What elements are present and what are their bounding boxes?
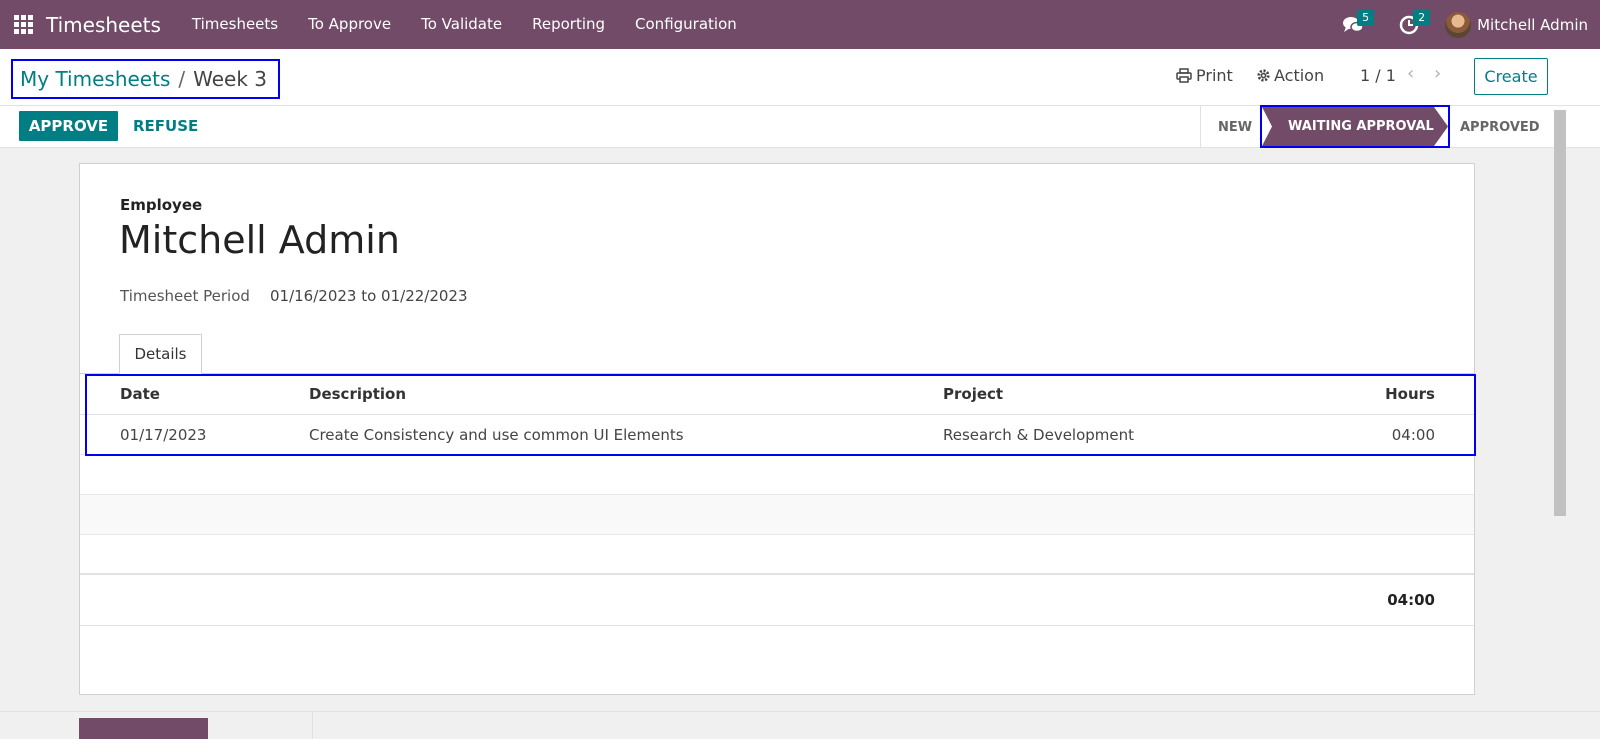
messages-button[interactable]: 5 bbox=[1325, 0, 1381, 49]
printer-icon bbox=[1176, 68, 1192, 83]
chevron-right-icon[interactable]: › bbox=[1434, 63, 1441, 84]
table-highlight-box bbox=[85, 374, 1476, 456]
action-button[interactable]: Action bbox=[1256, 66, 1324, 85]
empty-row bbox=[80, 495, 1474, 535]
avatar bbox=[1445, 11, 1472, 38]
empty-row bbox=[80, 455, 1474, 495]
breadcrumb-parent-link[interactable]: My Timesheets bbox=[20, 67, 170, 91]
action-label: Action bbox=[1274, 66, 1325, 85]
employee-name[interactable]: Mitchell Admin bbox=[119, 218, 400, 262]
chevron-left-icon[interactable]: ‹ bbox=[1407, 63, 1414, 84]
total-hours: 04:00 bbox=[1387, 591, 1435, 609]
empty-row bbox=[80, 535, 1474, 575]
tab-details[interactable]: Details bbox=[119, 334, 202, 374]
breadcrumb: My Timesheets / Week 3 bbox=[11, 59, 280, 99]
gear-icon bbox=[1257, 69, 1270, 82]
menu-timesheets[interactable]: Timesheets bbox=[177, 0, 293, 49]
stage-approved[interactable]: APPROVED bbox=[1460, 106, 1540, 148]
activities-badge: 2 bbox=[1413, 10, 1431, 26]
menu-to-validate[interactable]: To Validate bbox=[406, 0, 517, 49]
scrollbar-thumb[interactable] bbox=[1554, 110, 1566, 516]
total-divider bbox=[80, 625, 1474, 626]
top-navbar: Timesheets Timesheets To Approve To Vali… bbox=[0, 0, 1600, 49]
pager-value[interactable]: 1 / 1 bbox=[1360, 66, 1396, 85]
messages-badge: 5 bbox=[1357, 10, 1375, 26]
breadcrumb-separator: / bbox=[178, 67, 186, 91]
stage-new[interactable]: NEW bbox=[1218, 106, 1252, 148]
status-bar: APPROVE REFUSE NEW WAITING APPROVAL APPR… bbox=[0, 105, 1600, 148]
period-value: 01/16/2023 to 01/22/2023 bbox=[270, 287, 468, 305]
refuse-button[interactable]: REFUSE bbox=[125, 111, 206, 141]
send-message-button[interactable] bbox=[79, 718, 208, 739]
employee-label: Employee bbox=[120, 196, 203, 214]
menu-reporting[interactable]: Reporting bbox=[517, 0, 620, 49]
menu-configuration[interactable]: Configuration bbox=[620, 0, 752, 49]
stage-divider bbox=[1200, 106, 1201, 148]
print-button[interactable]: Print bbox=[1176, 66, 1233, 85]
menu-to-approve[interactable]: To Approve bbox=[293, 0, 406, 49]
app-name[interactable]: Timesheets bbox=[46, 13, 161, 37]
chatter-vertical-divider bbox=[312, 711, 313, 739]
control-panel: My Timesheets / Week 3 Print Action 1 / … bbox=[0, 49, 1600, 106]
form-sheet: Employee Mitchell Admin Timesheet Period… bbox=[79, 163, 1476, 695]
activities-button[interactable]: 2 bbox=[1381, 0, 1437, 49]
chatter-divider bbox=[0, 711, 1600, 712]
stage-highlight-box bbox=[1260, 105, 1450, 148]
print-label: Print bbox=[1196, 66, 1233, 85]
table-footer-divider bbox=[80, 573, 1474, 575]
user-menu[interactable]: Mitchell Admin bbox=[1437, 11, 1600, 38]
apps-menu-icon[interactable] bbox=[0, 0, 46, 49]
period-label: Timesheet Period bbox=[120, 287, 250, 305]
breadcrumb-current: Week 3 bbox=[193, 67, 268, 91]
main-menu: Timesheets To Approve To Validate Report… bbox=[177, 0, 752, 49]
create-button[interactable]: Create bbox=[1474, 58, 1548, 95]
user-name: Mitchell Admin bbox=[1477, 15, 1588, 34]
approve-button[interactable]: APPROVE bbox=[19, 111, 118, 141]
